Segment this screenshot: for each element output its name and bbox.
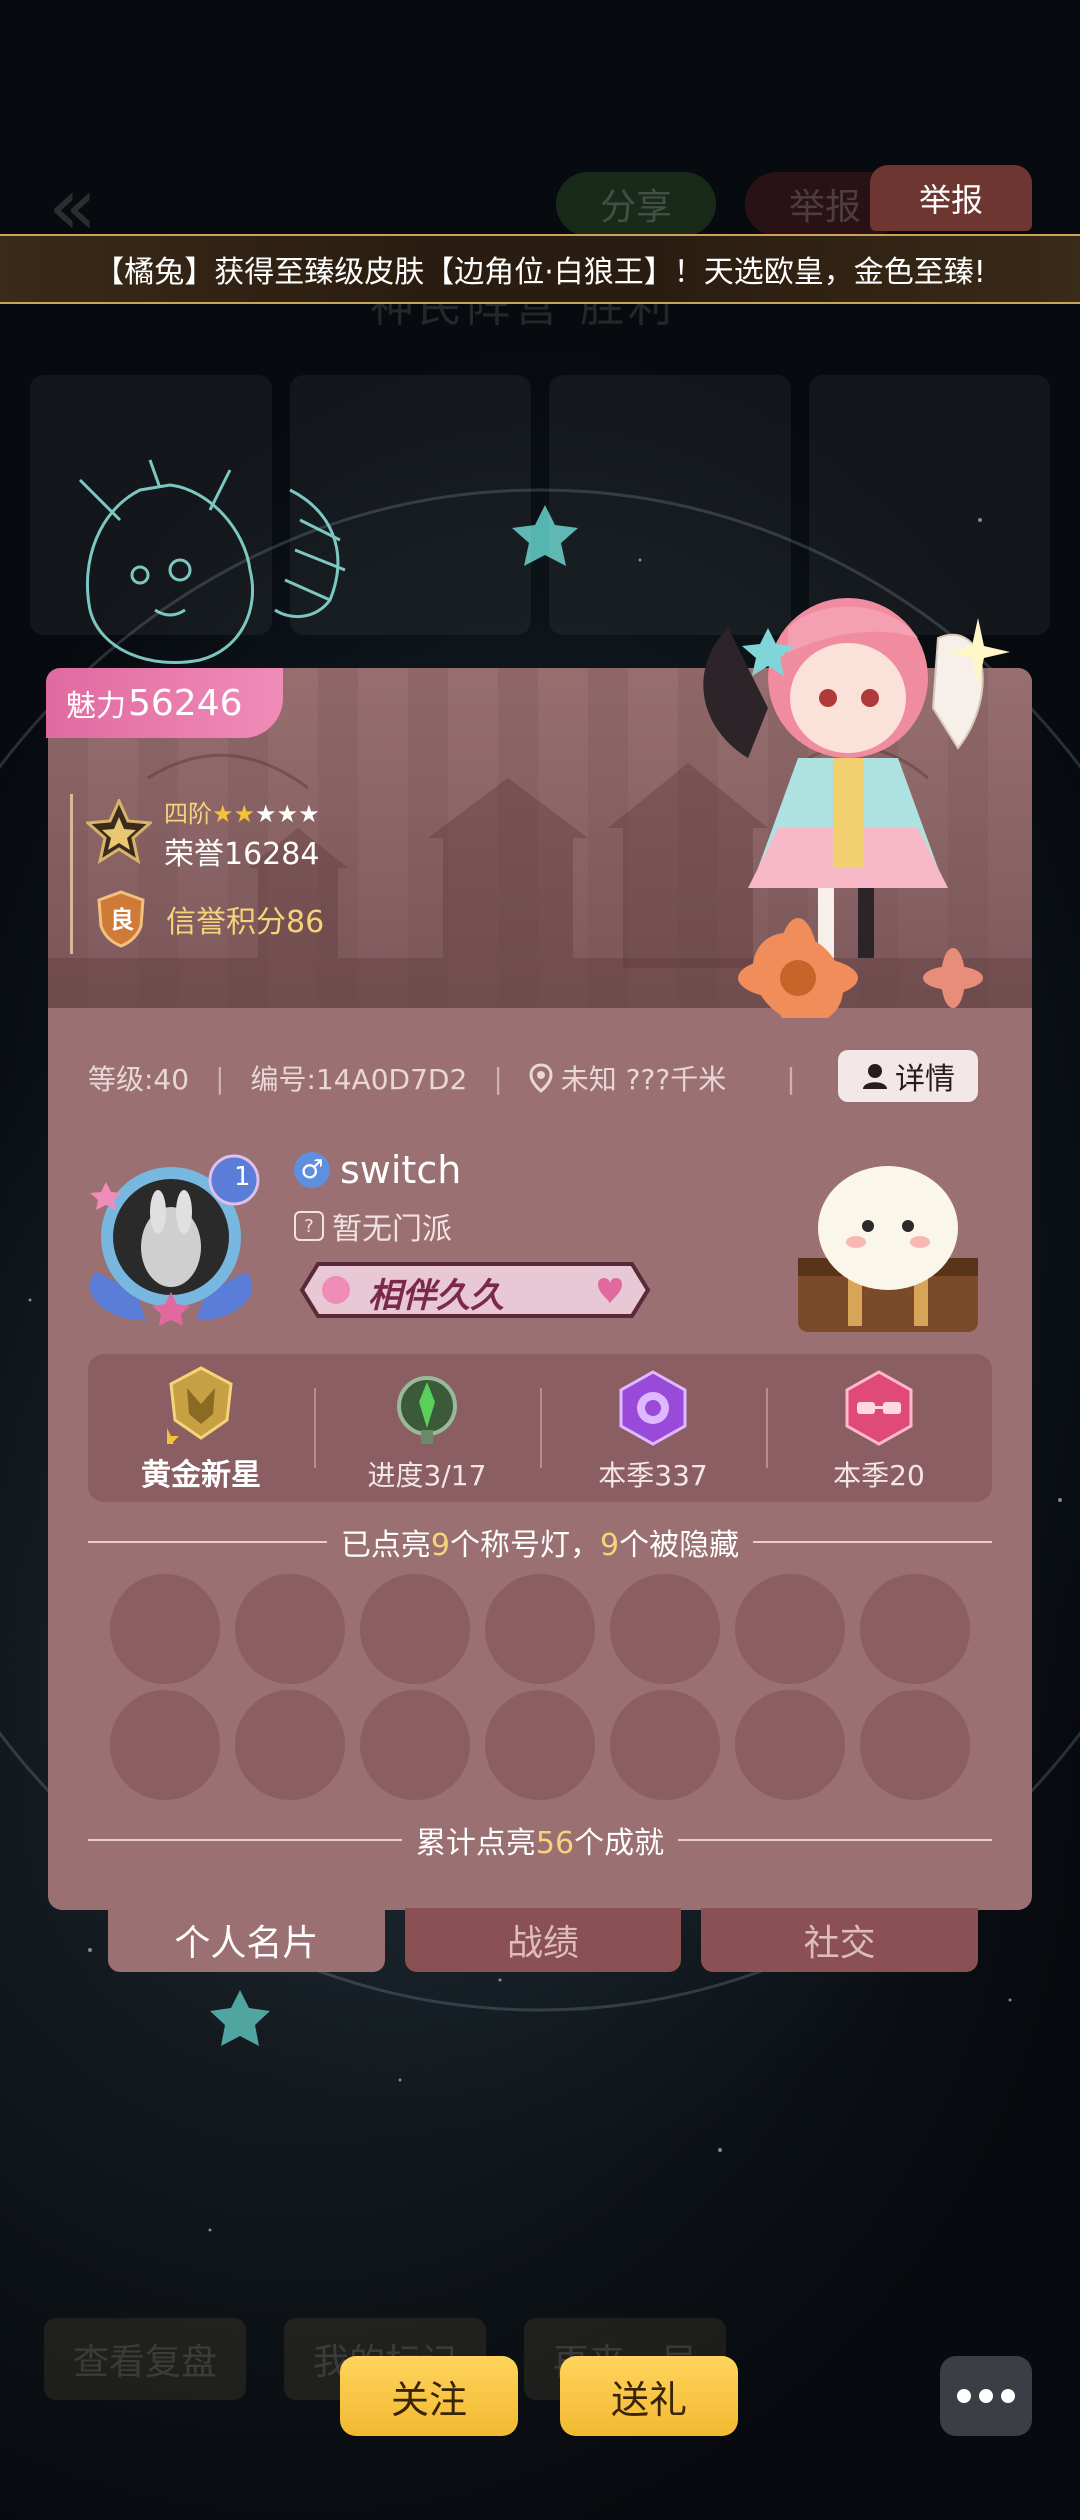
- green-emblem-icon: [397, 1376, 457, 1444]
- title-lamp-grid: [110, 1574, 970, 1800]
- title-slot[interactable]: [735, 1690, 845, 1800]
- tab-social[interactable]: 社交: [701, 1908, 979, 1972]
- wolf-crest-icon: [167, 1366, 233, 1444]
- partner-badge-label: 相伴久久: [368, 1276, 504, 1316]
- title-slot[interactable]: [485, 1690, 595, 1800]
- achievements-summary: 累计点亮56个成就: [88, 1818, 992, 1862]
- title-slot[interactable]: [235, 1690, 345, 1800]
- credit-info: 良 信誉积分86: [96, 890, 324, 948]
- detail-button[interactable]: 详情: [838, 1050, 978, 1102]
- sect-text: 暂无门派: [332, 1212, 452, 1247]
- location-text: 未知 ???千米: [560, 1063, 727, 1096]
- id-text: 编号:14A0D7D2: [250, 1063, 468, 1096]
- follow-button[interactable]: 关注: [340, 2356, 518, 2436]
- charm-badge: 魅力 56246: [46, 668, 283, 738]
- achievements-count: 56: [535, 1826, 575, 1861]
- achievements-text-c: 个成就: [574, 1826, 665, 1861]
- charm-value: 56246: [128, 682, 243, 724]
- titles-summary: 已点亮9个称号灯，9个被隐藏: [88, 1520, 992, 1564]
- tab-profile-card[interactable]: 个人名片: [108, 1908, 385, 1972]
- stat-rank[interactable]: 黄金新星: [88, 1354, 314, 1502]
- title-slot[interactable]: [610, 1690, 720, 1800]
- more-options-button[interactable]: [940, 2356, 1032, 2436]
- profile-card: 四阶★★★★★ 荣誉16284 良 信誉积分86 魅力 56246 等级:40 …: [46, 598, 1032, 1972]
- title-slot[interactable]: [735, 1574, 845, 1684]
- stat-progress-label: 进度3/17: [367, 1459, 487, 1492]
- detail-label: 详情: [895, 1062, 955, 1097]
- rank-badge-icon: [86, 798, 152, 864]
- stat-rank-label: 黄金新星: [141, 1458, 261, 1493]
- title-slot[interactable]: [610, 1574, 720, 1684]
- stat-season-glasses-label: 本季20: [833, 1459, 925, 1492]
- stat-progress[interactable]: 进度3/17: [314, 1354, 540, 1502]
- rank-tier: 四阶: [164, 800, 212, 828]
- title-slot[interactable]: [860, 1574, 970, 1684]
- rank-divider: [70, 794, 73, 954]
- stats-panel: 黄金新星 进度3/17 本季337 本季20: [88, 1354, 992, 1502]
- stat-season-rose-label: 本季337: [598, 1459, 708, 1492]
- titles-hidden-count: 9: [600, 1528, 620, 1563]
- dot-icon: [957, 2389, 971, 2403]
- replay-button-background: 查看复盘: [44, 2318, 246, 2400]
- avatar-level: 1: [234, 1162, 251, 1192]
- sect-row: ? 暂无门派: [294, 1204, 452, 1248]
- character-illustration: [703, 598, 1010, 1018]
- male-icon: ♂: [294, 1152, 330, 1188]
- titles-lit-count: 9: [430, 1528, 450, 1563]
- constellation-art: [78, 459, 346, 665]
- titles-text-e: 个被隐藏: [619, 1528, 740, 1563]
- stat-season-glasses[interactable]: 本季20: [766, 1354, 992, 1502]
- dot-icon: [1001, 2389, 1015, 2403]
- report-button[interactable]: 举报: [870, 165, 1032, 231]
- pink-glasses-icon: [845, 1370, 913, 1446]
- stat-season-rose[interactable]: 本季337: [540, 1354, 766, 1502]
- player-name: switch: [340, 1148, 462, 1192]
- title-slot[interactable]: [110, 1690, 220, 1800]
- partner-badge[interactable]: 相伴久久: [298, 1258, 652, 1322]
- achievements-text-a: 累计点亮: [415, 1826, 536, 1861]
- announcement-banner: 【橘兔】获得至臻级皮肤【边角位·白狼王】！天选欧皇，金色至臻!: [0, 234, 1080, 304]
- location-pin-icon: [529, 1063, 553, 1093]
- tab-records[interactable]: 战绩: [404, 1908, 682, 1972]
- person-icon: [863, 1064, 887, 1089]
- credit-badge-label: 良: [110, 906, 134, 934]
- dot-icon: [979, 2389, 993, 2403]
- title-slot[interactable]: [485, 1574, 595, 1684]
- profile-tabs: 个人名片 战绩 社交: [108, 1908, 979, 1972]
- pet-companion[interactable]: [788, 1158, 988, 1338]
- titles-text-a: 已点亮: [340, 1528, 431, 1563]
- announcement-text: 【橘兔】获得至臻级皮肤【边角位·白狼王】！天选欧皇，金色至臻!: [94, 255, 986, 290]
- sect-icon: ?: [294, 1211, 324, 1241]
- title-slot[interactable]: [360, 1690, 470, 1800]
- credit-score: 信誉积分86: [166, 905, 325, 940]
- gift-button[interactable]: 送礼: [560, 2356, 738, 2436]
- honor-value: 荣誉16284: [164, 837, 320, 872]
- charm-label: 魅力: [66, 689, 126, 724]
- title-slot[interactable]: [860, 1690, 970, 1800]
- name-row: ♂ switch: [294, 1148, 461, 1192]
- rank-stars: ★★★★★: [212, 800, 320, 828]
- share-button[interactable]: 分享: [556, 172, 716, 236]
- purple-rose-icon: [619, 1370, 687, 1446]
- title-slot[interactable]: [360, 1574, 470, 1684]
- rank-info: 四阶★★★★★ 荣誉16284: [86, 794, 320, 873]
- titles-text-c: 个称号灯，: [450, 1528, 600, 1563]
- title-slot[interactable]: [235, 1574, 345, 1684]
- title-slot[interactable]: [110, 1574, 220, 1684]
- level-text: 等级:40: [88, 1063, 190, 1096]
